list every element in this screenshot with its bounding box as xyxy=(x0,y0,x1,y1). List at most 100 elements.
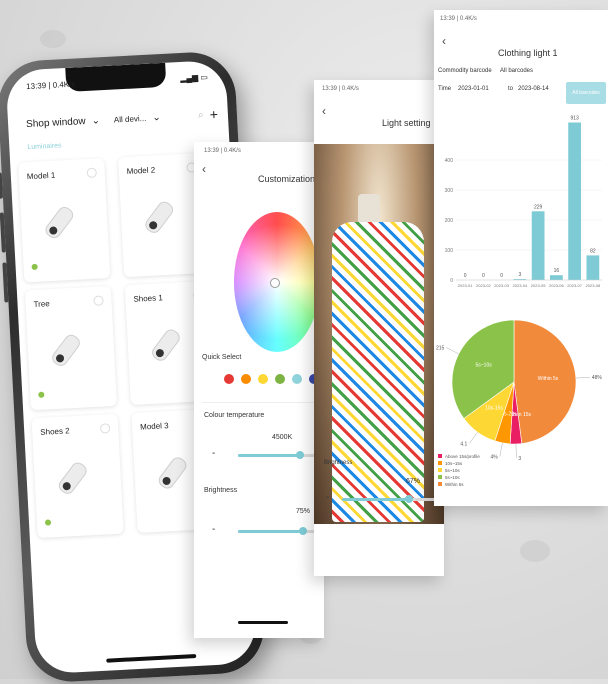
status-time: 13:39 | 0.4K/s xyxy=(440,16,477,22)
x-tick-label: 2023-01 xyxy=(458,283,473,288)
minus-button[interactable]: - xyxy=(212,524,215,535)
legend-swatch xyxy=(438,475,442,479)
y-tick-label: 300 xyxy=(445,188,454,194)
minus-button[interactable]: - xyxy=(326,492,329,503)
color-swatch[interactable] xyxy=(292,374,302,384)
tab-luminaires[interactable]: Luminaires xyxy=(27,142,62,151)
pie-outer-label: 215 xyxy=(436,345,445,351)
spotlight-icon xyxy=(143,199,176,236)
color-swatch[interactable] xyxy=(241,374,251,384)
filter-button[interactable]: All barcodes xyxy=(566,82,606,104)
patterned-shirt xyxy=(332,222,424,522)
light-setting-panel: 13:39 | 0.4K/s ‹ Light setting Brightnes… xyxy=(314,80,444,576)
device-filter[interactable]: All devi... xyxy=(114,113,147,124)
y-tick-label: 200 xyxy=(445,218,454,224)
color-wheel[interactable] xyxy=(234,212,320,352)
barcode-select[interactable]: All barcodes xyxy=(500,68,533,74)
brightness-label: Brightness xyxy=(204,487,237,494)
background-texture xyxy=(520,540,550,562)
luminaire-card[interactable]: Model 1 xyxy=(18,158,110,282)
brightness-label: Brightness xyxy=(324,460,352,466)
slider-fill xyxy=(238,530,303,533)
phone-button xyxy=(0,212,6,252)
bar-value-label: 0 xyxy=(482,273,485,279)
bar-value-label: 229 xyxy=(534,204,543,210)
spotlight-icon xyxy=(149,327,182,364)
store-selector[interactable]: Shop window xyxy=(26,116,86,130)
analytics-panel: 13:39 | 0.4K/s ‹ Clothing light 1 Commod… xyxy=(434,10,608,506)
add-icon[interactable]: + xyxy=(209,106,218,122)
color-temperature-slider[interactable] xyxy=(238,454,324,457)
page-title: Light setting xyxy=(382,118,431,128)
page-title: Clothing light 1 xyxy=(498,48,558,58)
status-icons: ▂▄▆ ▭ xyxy=(180,73,208,83)
select-checkbox[interactable] xyxy=(93,295,104,306)
pie-outer-label: 4% xyxy=(491,455,499,461)
spotlight-icon xyxy=(56,460,89,497)
brightness-value: 75% xyxy=(296,508,310,515)
color-picker-handle[interactable] xyxy=(270,278,280,288)
divider xyxy=(202,402,324,403)
color-swatch[interactable] xyxy=(258,374,268,384)
bar-value-label: 913 xyxy=(570,116,579,122)
luminaire-card[interactable]: Shoes 2 xyxy=(32,414,124,538)
bar-value-label: 82 xyxy=(590,248,596,254)
bar-value-label: 3 xyxy=(518,272,521,278)
date-to[interactable]: 2023-08-14 xyxy=(518,86,549,92)
card-title: Model 1 xyxy=(27,171,56,181)
x-tick-label: 2023-03 xyxy=(494,283,509,288)
chevron-down-icon[interactable]: ⌄ xyxy=(152,112,161,123)
leader-line xyxy=(576,377,590,378)
chevron-down-icon[interactable]: ⌄ xyxy=(91,115,100,126)
quick-select-label: Quick Select xyxy=(202,354,241,361)
pie-slice-label: 5s~10s xyxy=(475,363,492,369)
phone-button xyxy=(2,262,8,302)
brightness-slider[interactable] xyxy=(342,498,442,501)
x-tick-label: 2023-07 xyxy=(567,283,582,288)
select-checkbox[interactable] xyxy=(87,168,98,179)
x-tick-label: 2023-06 xyxy=(549,283,564,288)
leader-line xyxy=(446,347,458,353)
date-from[interactable]: 2023-01-01 xyxy=(458,86,489,92)
phone-button xyxy=(0,173,3,199)
leader-line xyxy=(500,443,503,457)
mannequin-neck xyxy=(358,194,380,224)
pie-outer-label: 4.1 xyxy=(460,441,467,447)
background-texture xyxy=(40,30,66,48)
online-status-dot xyxy=(45,519,51,525)
y-tick-label: 100 xyxy=(445,248,454,254)
slider-fill xyxy=(342,498,409,501)
card-title: Shoes 1 xyxy=(133,293,163,304)
barcode-label: Commodity barcode xyxy=(438,68,492,74)
home-indicator xyxy=(238,621,288,624)
x-tick-label: 2023-02 xyxy=(476,283,491,288)
back-icon[interactable]: ‹ xyxy=(202,162,206,176)
minus-button[interactable]: - xyxy=(212,448,215,459)
back-icon[interactable]: ‹ xyxy=(442,34,446,48)
bar xyxy=(532,211,545,280)
legend-label: 5s~10s xyxy=(445,468,460,473)
slider-knob[interactable] xyxy=(299,527,307,535)
color-temperature-label: Colour temperature xyxy=(204,412,264,419)
select-checkbox[interactable] xyxy=(100,423,111,434)
color-swatch[interactable] xyxy=(275,374,285,384)
phone-header: Shop window ⌄ All devi... ⌄ ⌕ + xyxy=(26,104,219,134)
legend-label: 10s~15s xyxy=(445,461,463,466)
y-tick-label: 0 xyxy=(450,278,453,284)
bar-value-label: 0 xyxy=(500,273,503,279)
color-swatch[interactable] xyxy=(224,374,234,384)
search-icon[interactable]: ⌕ xyxy=(198,109,204,120)
legend-swatch xyxy=(438,461,442,465)
brightness-slider[interactable] xyxy=(238,530,324,533)
spotlight-icon xyxy=(49,332,82,369)
bar-value-label: 16 xyxy=(554,268,560,274)
back-icon[interactable]: ‹ xyxy=(322,104,326,118)
date-to-separator: to xyxy=(508,86,513,92)
online-status-dot xyxy=(31,264,37,270)
slider-knob[interactable] xyxy=(405,495,413,503)
color-temperature-value: 4500K xyxy=(272,434,292,441)
page-title: Customization xyxy=(258,174,315,184)
status-time: 13:39 | 0.4K/s xyxy=(204,148,241,154)
luminaire-card[interactable]: Tree xyxy=(25,286,117,410)
slider-knob[interactable] xyxy=(296,451,304,459)
